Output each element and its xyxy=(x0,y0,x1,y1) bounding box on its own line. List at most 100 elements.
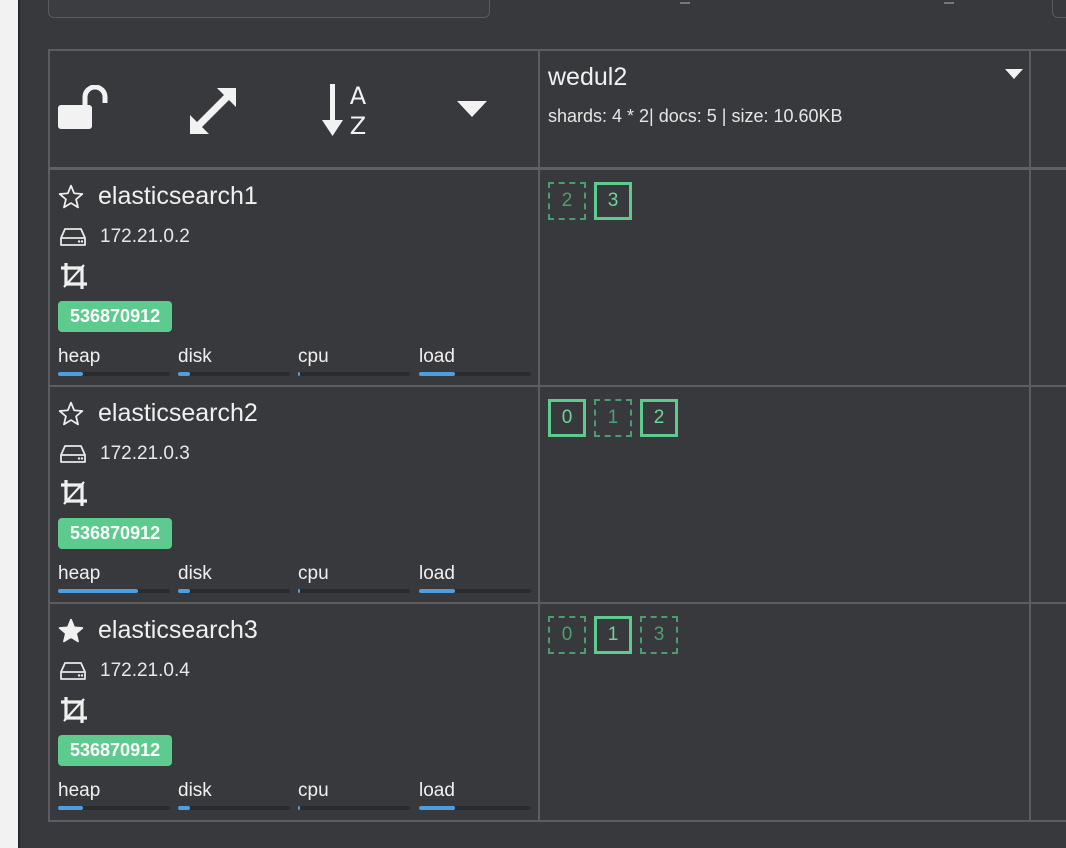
metric-bar-track xyxy=(58,589,170,593)
node-ip-label: 172.21.0.2 xyxy=(100,226,190,247)
node-address: 172.21.0.2 xyxy=(60,226,190,248)
metric-label: disk xyxy=(178,780,212,801)
node-address: 172.21.0.4 xyxy=(60,660,190,682)
node-row: elasticsearch3 172.21.0.4 536870912 heap… xyxy=(50,604,538,819)
metric-label: heap xyxy=(58,780,101,801)
replica-shard[interactable]: 2 xyxy=(548,182,586,220)
hdd-icon xyxy=(60,445,86,463)
metric-bar-track xyxy=(298,372,410,376)
node-toolbar: A Z xyxy=(48,49,538,167)
svg-text:A: A xyxy=(350,82,367,110)
metric-cpu: cpu xyxy=(298,346,410,376)
crop-icon xyxy=(61,697,87,723)
metric-bar-fill xyxy=(58,372,83,376)
toolbar-fragment xyxy=(680,0,690,4)
sort-alpha-icon[interactable]: A Z xyxy=(322,82,374,138)
svg-text:Z: Z xyxy=(350,112,366,138)
metric-bar-track xyxy=(419,372,531,376)
metric-cpu: cpu xyxy=(298,780,410,810)
cluster-overview-table: A Z wedul2 shards: 4 * 2| docs: 5 | size… xyxy=(48,49,1066,822)
metric-label: cpu xyxy=(298,346,329,367)
primary-shard[interactable]: 2 xyxy=(640,399,678,437)
star-icon[interactable] xyxy=(58,401,84,427)
node-name-label[interactable]: elasticsearch2 xyxy=(98,399,258,428)
shard-list: 013 xyxy=(548,616,678,654)
toolbar-button-partial[interactable] xyxy=(1052,0,1066,18)
node-row: elasticsearch1 172.21.0.2 536870912 heap… xyxy=(50,170,538,385)
node-ip-label: 172.21.0.3 xyxy=(100,443,190,464)
metric-label: load xyxy=(419,346,455,367)
primary-shard[interactable]: 3 xyxy=(594,182,632,220)
metric-label: disk xyxy=(178,346,212,367)
metric-label: cpu xyxy=(298,780,329,801)
metric-bar-fill xyxy=(58,806,83,810)
metric-heap: heap xyxy=(58,346,170,376)
metric-bar-fill xyxy=(298,372,301,376)
sidebar-edge xyxy=(0,0,18,848)
metric-label: heap xyxy=(58,563,101,584)
metric-label: heap xyxy=(58,346,101,367)
caret-down-icon[interactable] xyxy=(456,100,488,120)
metric-bar-fill xyxy=(419,372,455,376)
shard-list: 23 xyxy=(548,182,632,220)
metric-label: disk xyxy=(178,563,212,584)
replica-shard[interactable]: 1 xyxy=(594,399,632,437)
star-filled-icon[interactable] xyxy=(58,618,84,644)
grid-line xyxy=(48,820,1066,822)
metric-bar-fill xyxy=(419,806,455,810)
star-icon[interactable] xyxy=(58,184,84,210)
index-name[interactable]: wedul2 xyxy=(548,63,1028,92)
metric-disk: disk xyxy=(178,563,290,593)
node-name[interactable]: elasticsearch3 xyxy=(58,616,258,645)
node-name-label[interactable]: elasticsearch3 xyxy=(98,616,258,645)
primary-shard[interactable]: 0 xyxy=(548,399,586,437)
metric-load: load xyxy=(419,346,531,376)
node-name[interactable]: elasticsearch2 xyxy=(58,399,258,428)
metric-bar-track xyxy=(419,806,531,810)
node-heap-badge: 536870912 xyxy=(58,301,173,332)
shard-list: 012 xyxy=(548,399,678,437)
index-menu-caret-icon[interactable] xyxy=(1005,67,1023,85)
node-ip-label: 172.21.0.4 xyxy=(100,660,190,681)
grid-line xyxy=(538,49,540,822)
metric-heap: heap xyxy=(58,563,170,593)
metric-bar-fill xyxy=(58,589,138,593)
metric-load: load xyxy=(419,563,531,593)
metric-bar-track xyxy=(178,372,290,376)
metric-bar-track xyxy=(58,806,170,810)
metric-bar-track xyxy=(178,806,290,810)
metric-bar-fill xyxy=(178,806,191,810)
hdd-icon xyxy=(60,662,86,680)
node-row: elasticsearch2 172.21.0.3 536870912 heap… xyxy=(50,387,538,602)
replica-shard[interactable]: 3 xyxy=(640,616,678,654)
unlock-icon[interactable] xyxy=(57,85,109,131)
metric-cpu: cpu xyxy=(298,563,410,593)
metric-bar-track xyxy=(298,806,410,810)
node-name[interactable]: elasticsearch1 xyxy=(58,182,258,211)
index-header[interactable]: wedul2 shards: 4 * 2| docs: 5 | size: 10… xyxy=(548,63,1028,127)
toolbar-fragment xyxy=(944,0,954,4)
metric-bar-fill xyxy=(298,589,301,593)
node-name-label[interactable]: elasticsearch1 xyxy=(98,182,258,211)
replica-shard[interactable]: 0 xyxy=(548,616,586,654)
metric-label: load xyxy=(419,563,455,584)
metric-load: load xyxy=(419,780,531,810)
index-stats: shards: 4 * 2| docs: 5 | size: 10.60KB xyxy=(548,106,843,126)
primary-shard[interactable]: 1 xyxy=(594,616,632,654)
expand-icon[interactable] xyxy=(189,87,237,135)
filter-input-partial[interactable] xyxy=(48,0,490,18)
grid-line xyxy=(1029,49,1031,822)
sidebar-shadow xyxy=(18,0,21,848)
metric-bar-track xyxy=(58,372,170,376)
metric-disk: disk xyxy=(178,780,290,810)
metric-disk: disk xyxy=(178,346,290,376)
node-address: 172.21.0.3 xyxy=(60,443,190,465)
node-heap-badge: 536870912 xyxy=(58,518,173,549)
metric-label: cpu xyxy=(298,563,329,584)
metric-heap: heap xyxy=(58,780,170,810)
metric-bar-fill xyxy=(419,589,455,593)
node-heap-badge: 536870912 xyxy=(58,735,173,766)
metric-bar-track xyxy=(178,589,290,593)
metric-bar-fill xyxy=(178,372,191,376)
metric-bar-track xyxy=(298,589,410,593)
